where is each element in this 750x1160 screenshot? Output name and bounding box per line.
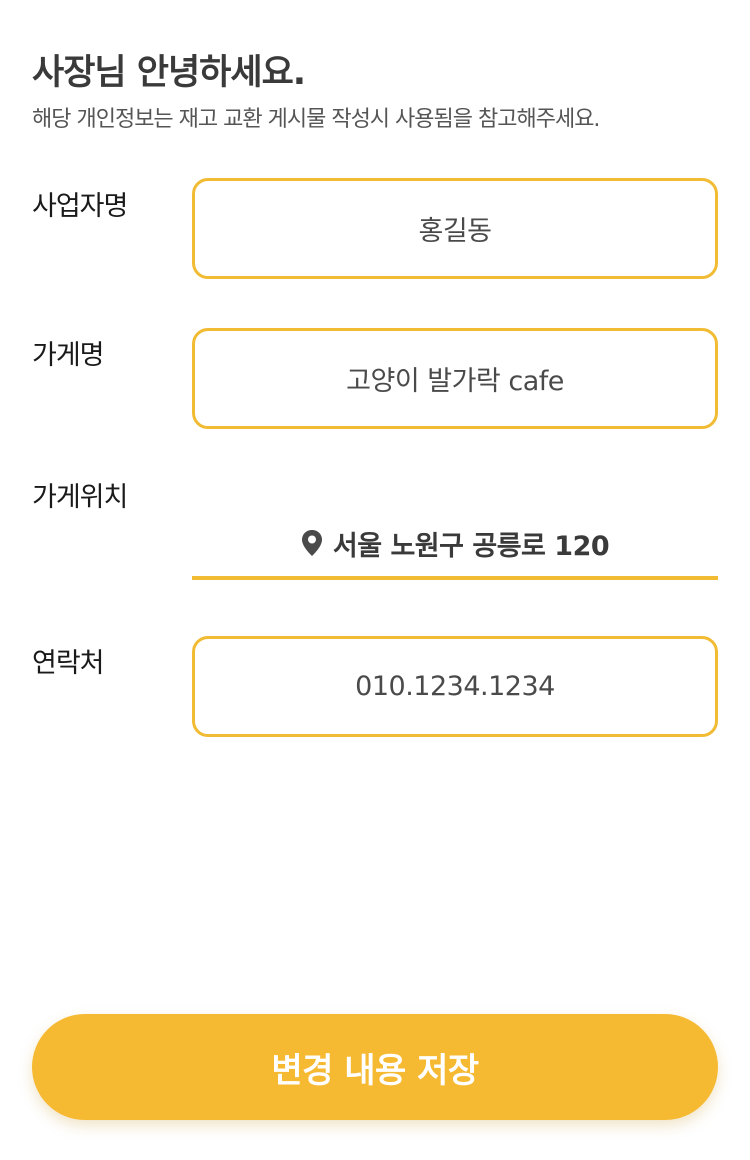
store-name-value: 고양이 발가락 cafe <box>346 366 564 397</box>
owner-name-value: 홍길동 <box>418 216 492 247</box>
store-name-field[interactable]: 고양이 발가락 cafe <box>192 328 718 429</box>
store-location-field[interactable]: 서울 노원구 공릉로 120 <box>192 518 718 580</box>
owner-name-field[interactable]: 홍길동 <box>192 178 718 279</box>
contact-label: 연락처 <box>32 648 105 679</box>
location-pin-icon <box>301 529 323 557</box>
page-subtitle: 해당 개인정보는 재고 교환 게시물 작성시 사용됨을 참고해주세요. <box>32 107 600 132</box>
store-location-label: 가게위치 <box>32 482 128 513</box>
page-title: 사장님 안녕하세요. <box>32 53 306 93</box>
owner-name-label: 사업자명 <box>32 191 128 222</box>
contact-value: 010.1234.1234 <box>355 671 555 702</box>
store-name-label: 가게명 <box>32 340 105 371</box>
contact-field[interactable]: 010.1234.1234 <box>192 636 718 737</box>
save-changes-button[interactable]: 변경 내용 저장 <box>32 1014 718 1120</box>
store-location-value: 서울 노원구 공릉로 120 <box>332 530 610 562</box>
